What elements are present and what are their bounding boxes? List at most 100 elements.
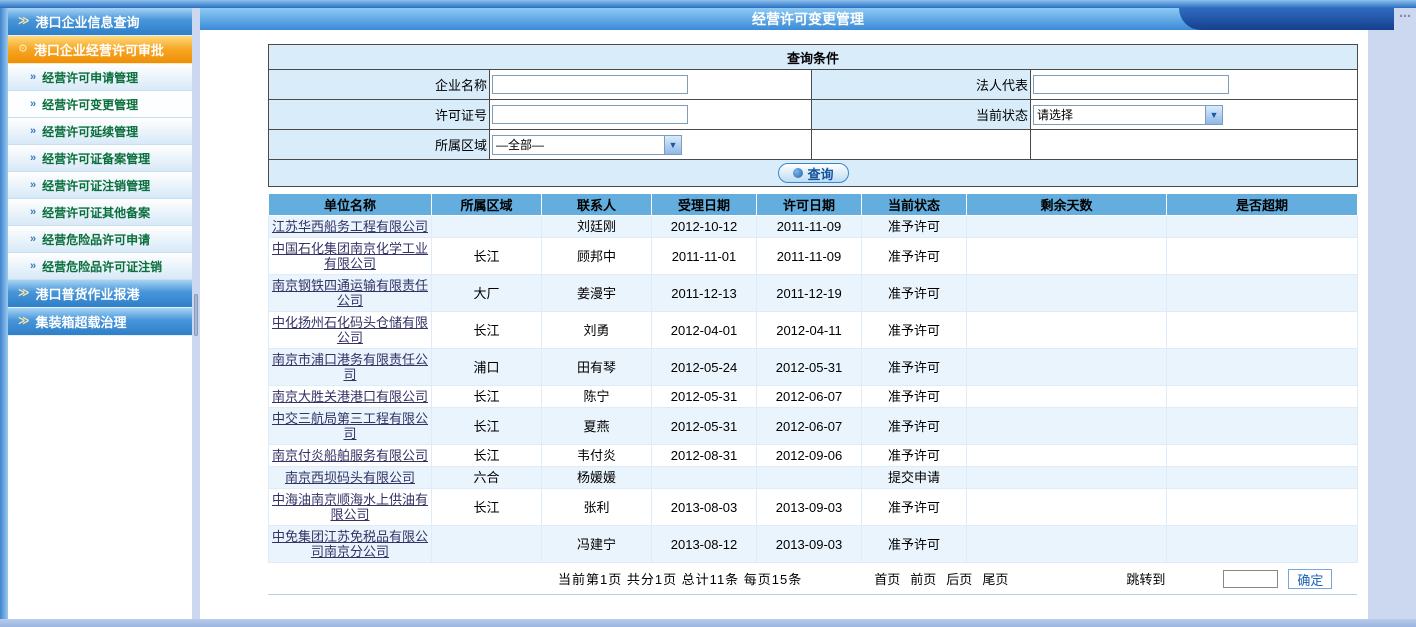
table-cell: 六合 [432, 467, 542, 489]
double-arrow-icon: ≫ [18, 316, 30, 327]
sidebar-subitem[interactable]: »经营许可证注销管理 [8, 172, 192, 199]
company-link[interactable]: 江苏华西船务工程有限公司 [272, 219, 428, 234]
table-cell: 2012-04-01 [652, 312, 757, 349]
sidebar-item[interactable]: ≫港口企业信息查询 [8, 8, 192, 36]
table-row: 中交三航局第三工程有限公司长江夏燕2012-05-312012-06-07准予许… [269, 408, 1358, 445]
table-cell [967, 386, 1167, 408]
table-cell: 2011-12-13 [652, 275, 757, 312]
table-cell: 夏燕 [542, 408, 652, 445]
table-cell: 2012-09-06 [757, 445, 862, 467]
chevron-down-icon[interactable]: ▼ [664, 136, 681, 154]
pager-link[interactable]: 前页 [910, 569, 936, 588]
company-link[interactable]: 南京付炎船舶服务有限公司 [272, 448, 428, 463]
pager-link[interactable]: 首页 [874, 569, 900, 588]
table-cell: 2012-06-07 [757, 408, 862, 445]
sidebar-item-label: 集装箱超载治理 [36, 312, 127, 331]
content-panel: 查询条件 企业名称 法人代表 许可证号 当前状态 [200, 30, 1368, 619]
table-cell [1167, 408, 1358, 445]
company-link[interactable]: 中交三航局第三工程有限公司 [272, 411, 428, 441]
company-link[interactable]: 南京西坝码头有限公司 [285, 470, 415, 485]
query-form: 查询条件 企业名称 法人代表 许可证号 当前状态 [268, 44, 1358, 187]
table-cell: 准予许可 [862, 312, 967, 349]
table-cell: 2012-05-31 [652, 386, 757, 408]
table-cell [1167, 349, 1358, 386]
company-link[interactable]: 南京大胜关港港口有限公司 [272, 389, 428, 404]
company-link[interactable]: 中化扬州石化码头仓储有限公司 [272, 315, 428, 345]
sidebar-subitem[interactable]: »经营危险品许可证注销 [8, 253, 192, 280]
sidebar-item-label: 经营许可证注销管理 [42, 177, 150, 194]
table-cell [432, 526, 542, 563]
table-cell: 姜漫宇 [542, 275, 652, 312]
table-cell [1167, 489, 1358, 526]
sidebar-item[interactable]: ≫ 集装箱超载治理 [8, 308, 192, 336]
table-cell: 准予许可 [862, 349, 967, 386]
company-cell: 南京大胜关港港口有限公司 [269, 386, 432, 408]
table-row: 南京市浦口港务有限责任公司浦口田有琴2012-05-242012-05-31准予… [269, 349, 1358, 386]
table-row: 中化扬州石化码头仓储有限公司长江刘勇2012-04-012012-04-11准予… [269, 312, 1358, 349]
table-cell: 2012-10-12 [652, 216, 757, 238]
sidebar-subitem[interactable]: »经营危险品许可申请 [8, 226, 192, 253]
table-cell: 提交申请 [862, 467, 967, 489]
table-cell: 准予许可 [862, 526, 967, 563]
table-cell [1167, 238, 1358, 275]
sidebar-splitter[interactable] [192, 8, 200, 619]
company-cell: 南京西坝码头有限公司 [269, 467, 432, 489]
company-cell: 南京付炎船舶服务有限公司 [269, 445, 432, 467]
table-cell: 2012-05-31 [652, 408, 757, 445]
license-no-input[interactable] [492, 105, 688, 124]
overflow-dots-icon[interactable]: ⋯ [1394, 8, 1416, 30]
table-cell: 准予许可 [862, 489, 967, 526]
gear-icon: ⚙ [18, 44, 28, 55]
current-status-label: 当前状态 [812, 100, 1031, 130]
table-cell [1167, 445, 1358, 467]
search-button[interactable]: 查询 [778, 163, 849, 183]
table-cell: 长江 [432, 445, 542, 467]
sidebar-subitem[interactable]: »经营许可变更管理 [8, 91, 192, 118]
company-cell: 中交三航局第三工程有限公司 [269, 408, 432, 445]
current-status-select[interactable]: 请选择 ▼ [1033, 105, 1223, 125]
table-cell: 长江 [432, 408, 542, 445]
page-summary: 当前第1页 共分1页 总计11条 每页15条 [558, 569, 802, 588]
company-link[interactable]: 中国石化集团南京化学工业有限公司 [272, 241, 428, 271]
region-select[interactable]: —全部— ▼ [492, 135, 682, 155]
table-cell: 准予许可 [862, 275, 967, 312]
company-cell: 中免集团江苏免税品有限公司南京分公司 [269, 526, 432, 563]
results-table: 单位名称所属区域联系人受理日期许可日期当前状态剩余天数是否超期 江苏华西船务工程… [268, 193, 1358, 563]
sidebar-subitem[interactable]: »经营许可申请管理 [8, 64, 192, 91]
table-cell [967, 349, 1167, 386]
sidebar-subitem[interactable]: »经营许可证其他备案 [8, 199, 192, 226]
table-row: 南京大胜关港港口有限公司长江陈宁2012-05-312012-06-07准予许可 [269, 386, 1358, 408]
table-cell [967, 238, 1167, 275]
legal-rep-input[interactable] [1033, 75, 1229, 94]
sidebar-subitem[interactable]: »经营许可延续管理 [8, 118, 192, 145]
legal-rep-label: 法人代表 [812, 70, 1031, 100]
double-arrow-icon: » [30, 207, 36, 218]
table-cell: 刘廷刚 [542, 216, 652, 238]
window-bottom-bar [0, 619, 1416, 627]
sidebar-item[interactable]: ≫港口普货作业报港 [8, 280, 192, 308]
sidebar-item-label: 经营许可申请管理 [42, 69, 138, 86]
sidebar-item-label: 经营许可证备案管理 [42, 150, 150, 167]
page-title: 经营许可变更管理 [752, 11, 864, 27]
pager-link[interactable]: 尾页 [982, 569, 1008, 588]
company-link[interactable]: 中海油南京顺海水上供油有限公司 [272, 492, 428, 522]
table-cell: 2012-04-11 [757, 312, 862, 349]
sidebar-item[interactable]: ⚙港口企业经营许可审批 [8, 36, 192, 64]
company-name-input[interactable] [492, 75, 688, 94]
jump-to-label: 跳转到 [1126, 569, 1165, 588]
table-row: 中国石化集团南京化学工业有限公司长江顾邦中2011-11-012011-11-0… [269, 238, 1358, 275]
jump-page-input[interactable] [1223, 570, 1278, 588]
table-cell: 2012-05-31 [757, 349, 862, 386]
sidebar-subitem[interactable]: »经营许可证备案管理 [8, 145, 192, 172]
table-cell: 顾邦中 [542, 238, 652, 275]
confirm-button[interactable]: 确定 [1288, 569, 1332, 589]
company-link[interactable]: 中免集团江苏免税品有限公司南京分公司 [272, 529, 428, 559]
company-link[interactable]: 南京钢铁四通运输有限责任公司 [272, 278, 428, 308]
sidebar-menu: ≫港口企业信息查询⚙港口企业经营许可审批»经营许可申请管理»经营许可变更管理»经… [8, 8, 192, 619]
double-arrow-icon: » [30, 261, 36, 272]
pager-link[interactable]: 后页 [946, 569, 972, 588]
chevron-down-icon[interactable]: ▼ [1205, 106, 1222, 124]
company-link[interactable]: 南京市浦口港务有限责任公司 [272, 352, 428, 382]
table-cell: 长江 [432, 386, 542, 408]
splitter-handle-icon[interactable] [194, 294, 198, 336]
